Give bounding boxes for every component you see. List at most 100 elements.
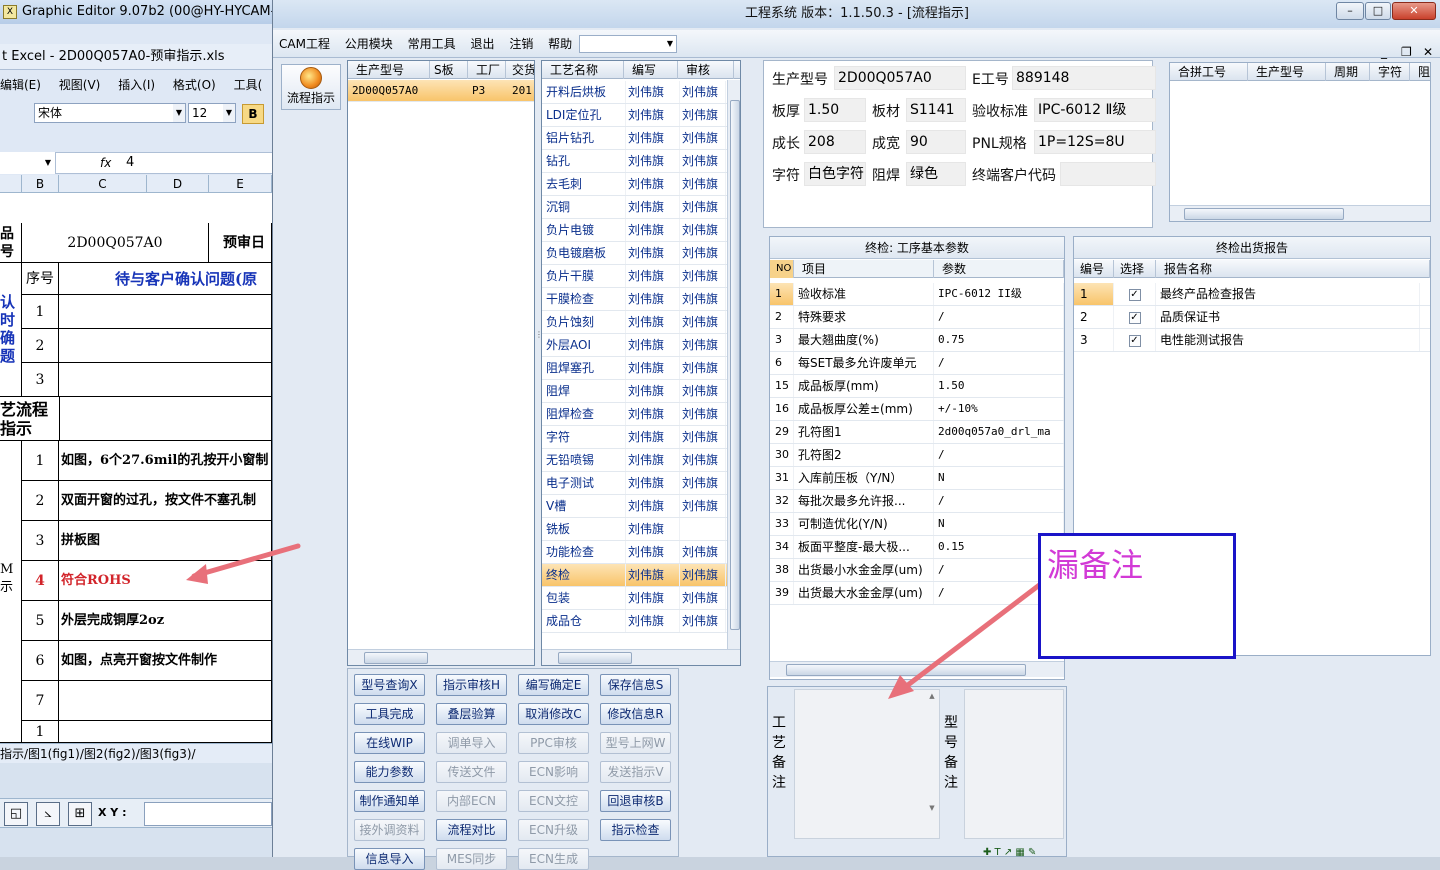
remark-vscroll[interactable]: ▲ ▼ [925,692,939,836]
function-button[interactable]: 型号查询X [354,674,425,696]
menu-logout[interactable]: 注销 [509,30,533,58]
function-button[interactable]: 传送文件 [436,761,507,783]
model-field[interactable]: 2D00Q057A0 [834,66,966,90]
function-button[interactable]: 修改信息R [600,703,671,725]
function-button[interactable]: 内部ECN [436,790,507,812]
width-field[interactable]: 90 [906,130,966,154]
function-button[interactable]: 指示检查 [600,819,671,841]
measure-icon[interactable]: ⦣ [36,802,60,826]
function-button[interactable]: 工具完成 [354,703,425,725]
item-no-cell[interactable]: 6 [22,641,59,681]
checkbox-checked-icon[interactable]: ✓ [1128,334,1141,347]
combined-job-grid[interactable]: 合拼工号 生产型号 周期 字符 阻焊 [1169,62,1431,222]
function-button[interactable]: 型号上网W [600,732,671,754]
process-row[interactable]: 终检 刘伟旗 刘伟旗 [542,564,740,587]
grid-icon[interactable]: ⊞ [68,802,92,826]
item-text-cell[interactable] [59,721,272,743]
report-select-cell[interactable]: ✓ [1114,283,1156,305]
process-row[interactable]: 无铅喷锡 刘伟旗 刘伟旗 [542,449,740,472]
process-blank-cell[interactable] [60,397,272,441]
process-label-cell[interactable]: 艺流程指示 [0,397,60,441]
bold-button[interactable]: B [242,104,264,124]
function-button[interactable]: 指示审核H [436,674,507,696]
menu-common-tools[interactable]: 常用工具 [408,30,456,58]
menu-help[interactable]: 帮助 [548,30,572,58]
model-label-cell[interactable]: 品号 [0,223,22,263]
close-button[interactable]: ✕ [1392,2,1436,20]
item-no-cell[interactable]: 3 [22,521,59,561]
model-grid-hscroll[interactable] [348,649,534,665]
length-field[interactable]: 208 [804,130,866,154]
corner-cell[interactable] [0,175,22,193]
name-box-dropdown[interactable]: ▼ [0,152,56,174]
param-row[interactable]: 34 板面平整度-最大极... 0.15 [770,536,1064,559]
standard-field[interactable]: IPC-6012 Ⅱ级 [1034,98,1156,122]
function-button[interactable]: 信息导入 [354,848,425,870]
param-row[interactable]: 31 入库前压板（Y/N） N [770,467,1064,490]
item-text-cell[interactable]: 外层完成铜厚2oz [59,601,272,641]
function-button[interactable]: 叠层验算 [436,703,507,725]
excel-menu-edit[interactable]: 编辑(E) [0,78,41,92]
report-row[interactable]: 1 ✓ 最终产品检查报告 [1074,283,1430,306]
col-process-name[interactable]: 工艺名称 [542,61,624,79]
checkbox-checked-icon[interactable]: ✓ [1128,311,1141,324]
item-no-cell[interactable]: 5 [22,601,59,641]
process-grid[interactable]: 工艺名称 编写 审核 开料后烘板 刘伟旗 刘伟旗 LDI定位孔 刘伟旗 刘伟旗 铝片钻孔 刘伟… [541,60,741,666]
process-row[interactable]: 负电镀磨板 刘伟旗 刘伟旗 [542,242,740,265]
sheet-tabs[interactable]: 指示/图1(fig1)/图2(fig2)/图3(fig3)/ [0,743,272,763]
confirm-row-no[interactable]: 3 [22,363,59,397]
menu-common-module[interactable]: 公用模块 [345,30,393,58]
excel-menu-format[interactable]: 格式(O) [173,78,216,92]
excel-menu-view[interactable]: 视图(V) [59,78,101,92]
col-writer[interactable]: 编写 [624,61,678,79]
maximize-button[interactable]: □ [1365,2,1391,20]
minimize-button[interactable]: – [1336,2,1364,20]
col-no[interactable]: NO [770,260,794,278]
menu-cam[interactable]: CAM工程 [279,30,330,58]
process-row[interactable]: 铣板 刘伟旗 [542,518,740,541]
function-button[interactable]: ECN影响 [518,761,589,783]
process-row[interactable]: 外层AOI 刘伟旗 刘伟旗 [542,334,740,357]
param-row[interactable]: 15 成品板厚(mm) 1.50 [770,375,1064,398]
function-button[interactable]: 制作通知单 [354,790,425,812]
checkbox-checked-icon[interactable]: ✓ [1128,288,1141,301]
process-row[interactable]: 干膜检查 刘伟旗 刘伟旗 [542,288,740,311]
param-row[interactable]: 3 最大翘曲度(%) 0.75 [770,329,1064,352]
item-text-cell[interactable]: 双面开窗的过孔，按文件不塞孔制 [59,481,272,521]
font-name-select[interactable]: 宋体 ▼ [34,103,186,123]
function-button[interactable]: 在线WIP [354,732,425,754]
process-row[interactable]: 负片蚀刻 刘伟旗 刘伟旗 [542,311,740,334]
col-cycle[interactable]: 周期 [1326,63,1370,81]
app-titlebar[interactable]: 工程系统 版本：1.1.50.3 - [流程指示] – □ ✕ [273,0,1440,28]
process-row[interactable]: 成品仓 刘伟旗 刘伟旗 [542,610,740,633]
report-select-cell[interactable]: ✓ [1114,329,1156,351]
param-row[interactable]: 29 孔符图1 2d00q057a0_drl_ma [770,421,1064,444]
column-header[interactable]: B [22,175,59,193]
process-row[interactable]: 功能检查 刘伟旗 刘伟旗 [542,541,740,564]
function-button[interactable]: PPC审核 [518,732,589,754]
item-no-cell[interactable]: 1 [22,721,59,743]
model-grid[interactable]: 生产型号 S板 工厂 交货 2D00Q057A0 P3 201 [347,60,535,666]
function-button[interactable]: MES同步 [436,848,507,870]
process-remark-textarea[interactable]: ▲ ▼ [794,689,940,839]
confirm-header-cell[interactable]: 待与客户确认问题(原 [59,263,272,295]
process-row[interactable]: 负片电镀 刘伟旗 刘伟旗 [542,219,740,242]
process-row[interactable]: 电子测试 刘伟旗 刘伟旗 [542,472,740,495]
process-row[interactable]: 开料后烘板 刘伟旗 刘伟旗 [542,81,740,104]
combined-grid-hscroll[interactable] [1170,205,1430,221]
column-header[interactable]: D [147,175,209,193]
customer-code-field[interactable] [1060,162,1156,186]
spreadsheet-grid[interactable]: 品号 2D00Q057A0 预审日 序号 待与客户确认问题(原 认时确题 1 2… [0,193,272,743]
process-row[interactable]: 阻焊检查 刘伟旗 刘伟旗 [542,403,740,426]
menu-combo-dropdown[interactable]: ▼ [579,35,677,53]
confirm-row-text[interactable] [59,295,272,329]
col-combined-no[interactable]: 合拼工号 [1170,63,1248,81]
confirm-row-text[interactable] [59,363,272,397]
col-factory[interactable]: 工厂 [468,61,506,79]
item-no-cell[interactable]: 2 [22,481,59,521]
confirm-row-no[interactable]: 1 [22,295,59,329]
param-row[interactable]: 30 孔符图2/ [770,444,1064,467]
confirm-row-no[interactable]: 2 [22,329,59,363]
process-row[interactable]: 阻焊 刘伟旗 刘伟旗 [542,380,740,403]
pre-review-cell[interactable]: 预审日 [209,223,272,263]
